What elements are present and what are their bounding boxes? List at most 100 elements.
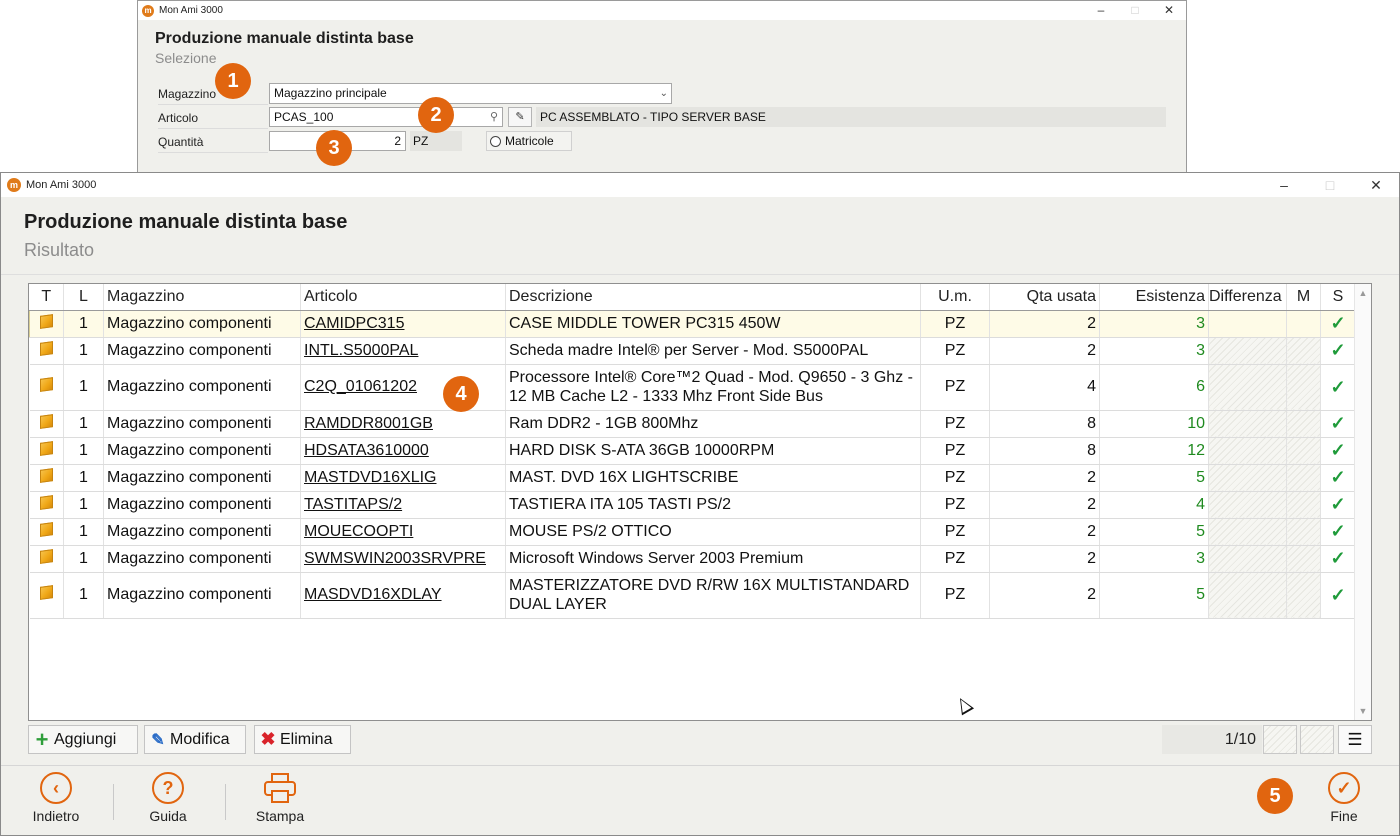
table-row[interactable]: 1 Magazzino componenti MOUECOOPTI MOUSE PS/…	[29, 518, 1356, 546]
cell-magazzino: Magazzino componenti	[103, 337, 301, 365]
article-link[interactable]: INTL.S5000PAL	[304, 342, 418, 359]
help-button[interactable]: ? Guida	[123, 772, 213, 824]
radio-icon[interactable]	[490, 136, 501, 147]
articolo-input[interactable]: PCAS_100 ⚲	[269, 107, 503, 127]
col-header-t[interactable]: T	[29, 284, 64, 311]
article-link[interactable]: CAMIDPC315	[304, 315, 404, 332]
col-header-articolo[interactable]: Articolo	[300, 284, 506, 311]
search-icon[interactable]: ⚲	[490, 108, 498, 126]
col-header-m[interactable]: M	[1286, 284, 1321, 311]
cell-descrizione: MOUSE PS/2 OTTICO	[505, 518, 921, 546]
col-header-um[interactable]: U.m.	[920, 284, 990, 311]
open-article-button[interactable]: ✎	[508, 107, 532, 127]
cell-l: 1	[63, 310, 104, 338]
cell-differenza	[1208, 572, 1287, 619]
cell-articolo[interactable]: MOUECOOPTI	[300, 518, 506, 546]
cell-l: 1	[63, 464, 104, 492]
table-row[interactable]: 1 Magazzino componenti RAMDDR8001GB Ram DDR…	[29, 410, 1356, 438]
cell-articolo[interactable]: HDSATA3610000	[300, 437, 506, 465]
box-icon	[39, 548, 53, 564]
check-icon: ✓	[1330, 494, 1346, 514]
back-page-subtitle: Selezione	[155, 50, 217, 66]
table-row[interactable]: 1 Magazzino componenti SWMSWIN2003SRVPRE Mi…	[29, 545, 1356, 573]
back-button[interactable]: ‹ Indietro	[11, 772, 101, 824]
edit-button[interactable]: ✎ Modifica	[144, 725, 246, 754]
article-link[interactable]: MASDVD16XDLAY	[304, 586, 442, 603]
box-icon	[39, 440, 53, 456]
matricole-radio[interactable]: Matricole	[486, 131, 572, 151]
col-header-magazzino[interactable]: Magazzino	[103, 284, 301, 311]
scroll-up-icon[interactable]: ▲	[1355, 288, 1371, 298]
table-row[interactable]: 1 Magazzino componenti MASDVD16XDLAY MASTER…	[29, 572, 1356, 619]
scroll-down-icon[interactable]: ▼	[1355, 706, 1371, 716]
col-header-differenza[interactable]: Differenza	[1208, 284, 1287, 311]
check-icon: ✓	[1330, 467, 1346, 487]
minimize-icon[interactable]: –	[1084, 1, 1118, 20]
cell-m	[1286, 310, 1321, 338]
footer-bar: ‹ Indietro ? Guida Stampa ✓ Fine	[1, 765, 1399, 835]
components-grid[interactable]: T L Magazzino Articolo Descrizione U.m. …	[28, 283, 1372, 721]
finish-button[interactable]: ✓ Fine	[1299, 772, 1389, 824]
table-row[interactable]: 1 Magazzino componenti TASTITAPS/2 TASTIERA…	[29, 491, 1356, 519]
col-header-qta-usata[interactable]: Qta usata	[989, 284, 1100, 311]
maximize-icon: □	[1131, 3, 1139, 17]
cell-m	[1286, 437, 1321, 465]
close-icon[interactable]: ✕	[1152, 1, 1186, 20]
check-icon: ✓	[1330, 376, 1346, 397]
article-link[interactable]: C2Q_01061202	[304, 378, 417, 395]
cell-articolo[interactable]: TASTITAPS/2	[300, 491, 506, 519]
hamburger-icon: ☰	[1347, 730, 1363, 749]
delete-button[interactable]: ✖ Elimina	[254, 725, 351, 754]
article-link[interactable]: TASTITAPS/2	[304, 496, 402, 513]
menu-button[interactable]: ☰	[1338, 725, 1372, 754]
vertical-scrollbar[interactable]: ▲ ▼	[1354, 284, 1371, 720]
table-row[interactable]: 1 Magazzino componenti MASTDVD16XLIG MAST. …	[29, 464, 1356, 492]
magazzino-select[interactable]: Magazzino principale ⌄	[269, 83, 672, 104]
minimize-icon[interactable]: –	[1261, 173, 1307, 197]
col-header-l[interactable]: L	[63, 284, 104, 311]
cell-descrizione: Scheda madre Intel® per Server - Mod. S5…	[505, 337, 921, 365]
cell-articolo[interactable]: SWMSWIN2003SRVPRE	[300, 545, 506, 573]
back-page-title: Produzione manuale distinta base	[155, 30, 414, 47]
check-icon: ✓	[1330, 548, 1346, 568]
cell-l: 1	[63, 491, 104, 519]
cell-m	[1286, 410, 1321, 438]
cell-articolo[interactable]: MASDVD16XDLAY	[300, 572, 506, 619]
cell-um: PZ	[920, 437, 990, 465]
article-link[interactable]: HDSATA3610000	[304, 442, 429, 459]
cell-esistenza: 10	[1099, 410, 1209, 438]
print-button-label: Stampa	[255, 808, 305, 824]
cell-articolo[interactable]: INTL.S5000PAL	[300, 337, 506, 365]
article-link[interactable]: MOUECOOPTI	[304, 523, 413, 540]
table-row[interactable]: 1 Magazzino componenti C2Q_01061202 Process…	[29, 364, 1356, 411]
cell-qta-usata: 2	[989, 337, 1100, 365]
cell-articolo[interactable]: MASTDVD16XLIG	[300, 464, 506, 492]
cell-articolo[interactable]: RAMDDR8001GB	[300, 410, 506, 438]
check-circle-icon: ✓	[1328, 772, 1360, 804]
table-row[interactable]: 1 Magazzino componenti CAMIDPC315 CASE MIDD…	[29, 310, 1356, 338]
table-row[interactable]: 1 Magazzino componenti HDSATA3610000 HARD D…	[29, 437, 1356, 465]
check-icon: ✓	[1330, 440, 1346, 460]
selection-window: m Mon Ami 3000 – □ ✕ Produzione manuale …	[137, 0, 1187, 175]
cell-esistenza: 3	[1099, 545, 1209, 573]
table-row[interactable]: 1 Magazzino componenti INTL.S5000PAL Scheda…	[29, 337, 1356, 365]
col-header-esistenza[interactable]: Esistenza	[1099, 284, 1209, 311]
article-link[interactable]: MASTDVD16XLIG	[304, 469, 436, 486]
col-header-s[interactable]: S	[1320, 284, 1356, 311]
cell-l: 1	[63, 572, 104, 619]
cell-esistenza: 12	[1099, 437, 1209, 465]
article-link[interactable]: SWMSWIN2003SRVPRE	[304, 550, 486, 567]
cell-um: PZ	[920, 337, 990, 365]
chevron-down-icon[interactable]: ⌄	[660, 84, 668, 103]
close-icon[interactable]: ✕	[1353, 173, 1399, 197]
add-button[interactable]: + Aggiungi	[28, 725, 138, 754]
cell-esistenza: 5	[1099, 572, 1209, 619]
col-header-descrizione[interactable]: Descrizione	[505, 284, 921, 311]
cell-articolo[interactable]: CAMIDPC315	[300, 310, 506, 338]
row-counter: 1/10	[1162, 725, 1262, 754]
cell-esistenza: 5	[1099, 518, 1209, 546]
quantita-label: Quantità	[158, 131, 268, 153]
cell-l: 1	[63, 364, 104, 411]
print-button[interactable]: Stampa	[235, 772, 325, 824]
article-link[interactable]: RAMDDR8001GB	[304, 415, 433, 432]
